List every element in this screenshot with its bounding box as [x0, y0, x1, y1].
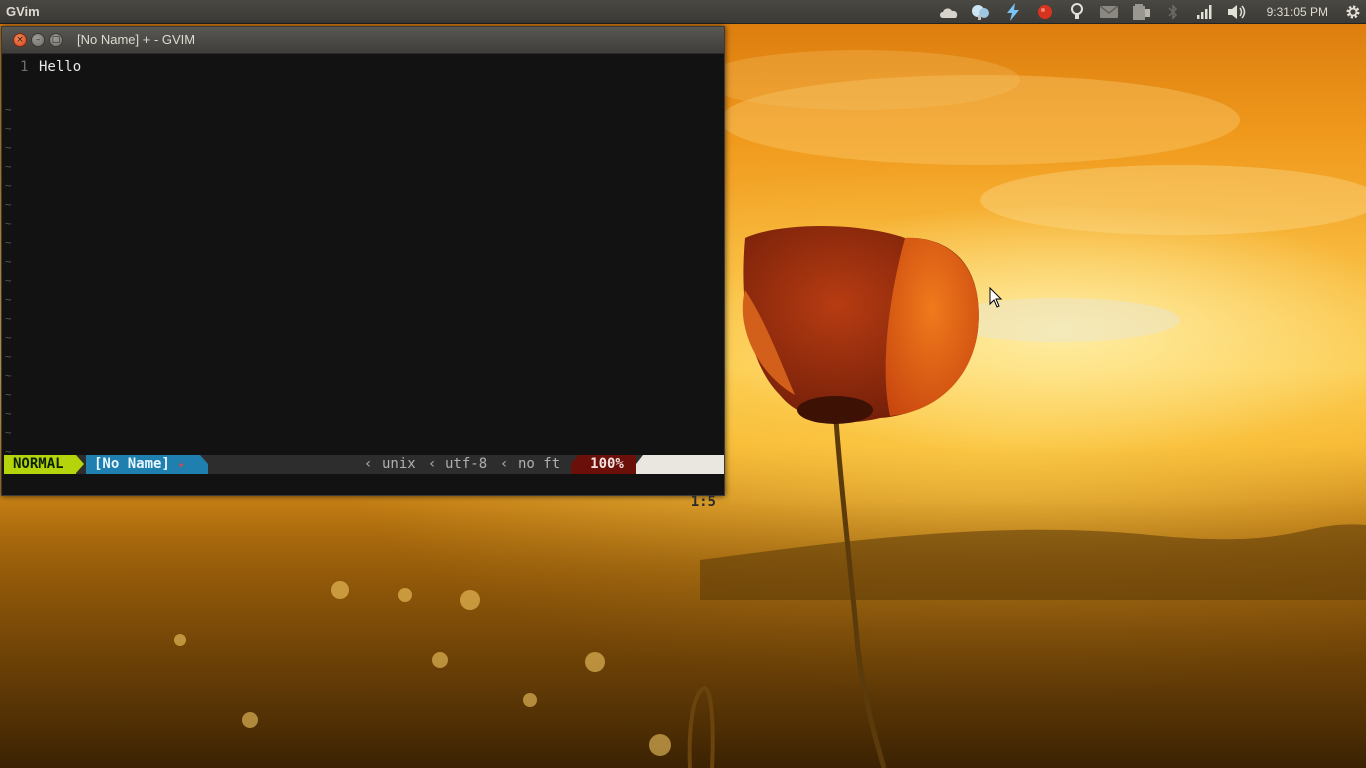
empty-line-tilde: ~ [5, 407, 12, 420]
bluetooth-icon[interactable] [1157, 0, 1189, 24]
encoding: utf-8 [445, 456, 488, 472]
lightning-icon[interactable] [997, 0, 1029, 24]
command-line[interactable] [2, 474, 724, 495]
line-text[interactable]: Hello [39, 58, 81, 76]
empty-line-tilde: ~ [5, 350, 12, 363]
empty-line-tilde: ~ [5, 255, 12, 268]
line-number: 1 [20, 59, 29, 75]
active-app-title: GVim [6, 4, 40, 19]
mouse-pointer-icon [989, 286, 1003, 313]
editor-buffer[interactable]: 1 Hello ~ ~ ~ ~ ~ ~ ~ ~ ~ ~ ~ ~ ~ ~ ~ ~ … [2, 54, 724, 477]
empty-line-tilde: ~ [5, 274, 12, 287]
gvim-window: × – □ [No Name] + - GVIM 1 Hello ~ ~ ~ ~… [1, 26, 725, 510]
window-title: [No Name] + - GVIM [77, 32, 196, 47]
empty-line-tilde: ~ [5, 141, 12, 154]
indicator-area: 9:31:05 PM [933, 0, 1366, 24]
mode-indicator: NORMAL [4, 455, 76, 474]
minimize-icon: – [35, 34, 41, 45]
battery-icon[interactable] [1125, 0, 1157, 24]
fileformat: unix [382, 456, 416, 472]
window-titlebar[interactable]: × – □ [No Name] + - GVIM [2, 27, 724, 54]
empty-line-tilde: ~ [5, 426, 12, 439]
maximize-button[interactable]: □ [49, 33, 63, 47]
chevron-left-icon: ‹ [428, 456, 437, 472]
bulb-icon[interactable] [1061, 0, 1093, 24]
filename-segment: [No Name] + [86, 455, 200, 474]
cursor-position-segment: ␤ 1:5 [643, 455, 724, 510]
empty-line-tilde: ~ [5, 369, 12, 382]
empty-line-tilde: ~ [5, 293, 12, 306]
mail-icon[interactable] [1093, 0, 1125, 24]
empty-line-tilde: ~ [5, 388, 12, 401]
empty-line-tilde: ~ [5, 217, 12, 230]
chevron-left-icon: ‹ [500, 456, 509, 472]
cursor-position: 1:5 [690, 494, 716, 510]
empty-line-tilde: ~ [5, 160, 12, 173]
network-signal-icon[interactable] [1189, 0, 1221, 24]
empty-line-tilde: ~ [5, 198, 12, 211]
statusline: NORMAL [No Name] + ‹ unix ‹ utf-8 ‹ no f… [4, 455, 724, 510]
empty-line-tilde: ~ [5, 103, 12, 116]
cloud-icon[interactable] [933, 0, 965, 24]
percent-through-file: 100% [578, 455, 636, 474]
volume-icon[interactable] [1221, 0, 1253, 24]
top-panel: GVim 9:31:05 PM [0, 0, 1366, 24]
chevron-left-icon: ‹ [364, 456, 373, 472]
filetype: no ft [518, 456, 561, 472]
close-icon: × [16, 34, 24, 45]
maximize-icon: □ [51, 34, 61, 45]
empty-line-tilde: ~ [5, 179, 12, 192]
clock[interactable]: 9:31:05 PM [1253, 5, 1340, 19]
empty-line-tilde: ~ [5, 236, 12, 249]
empty-line-tilde: ~ [5, 122, 12, 135]
chat-bubbles-icon[interactable] [965, 0, 997, 24]
gear-icon[interactable] [1340, 0, 1366, 24]
empty-line-tilde: ~ [5, 312, 12, 325]
empty-line-tilde: ~ [5, 331, 12, 344]
filename: [No Name] [94, 456, 170, 472]
modified-flag: + [178, 460, 185, 471]
minimize-button[interactable]: – [31, 33, 45, 47]
close-button[interactable]: × [13, 33, 27, 47]
record-icon[interactable] [1029, 0, 1061, 24]
separator-arrow-icon [76, 455, 84, 473]
